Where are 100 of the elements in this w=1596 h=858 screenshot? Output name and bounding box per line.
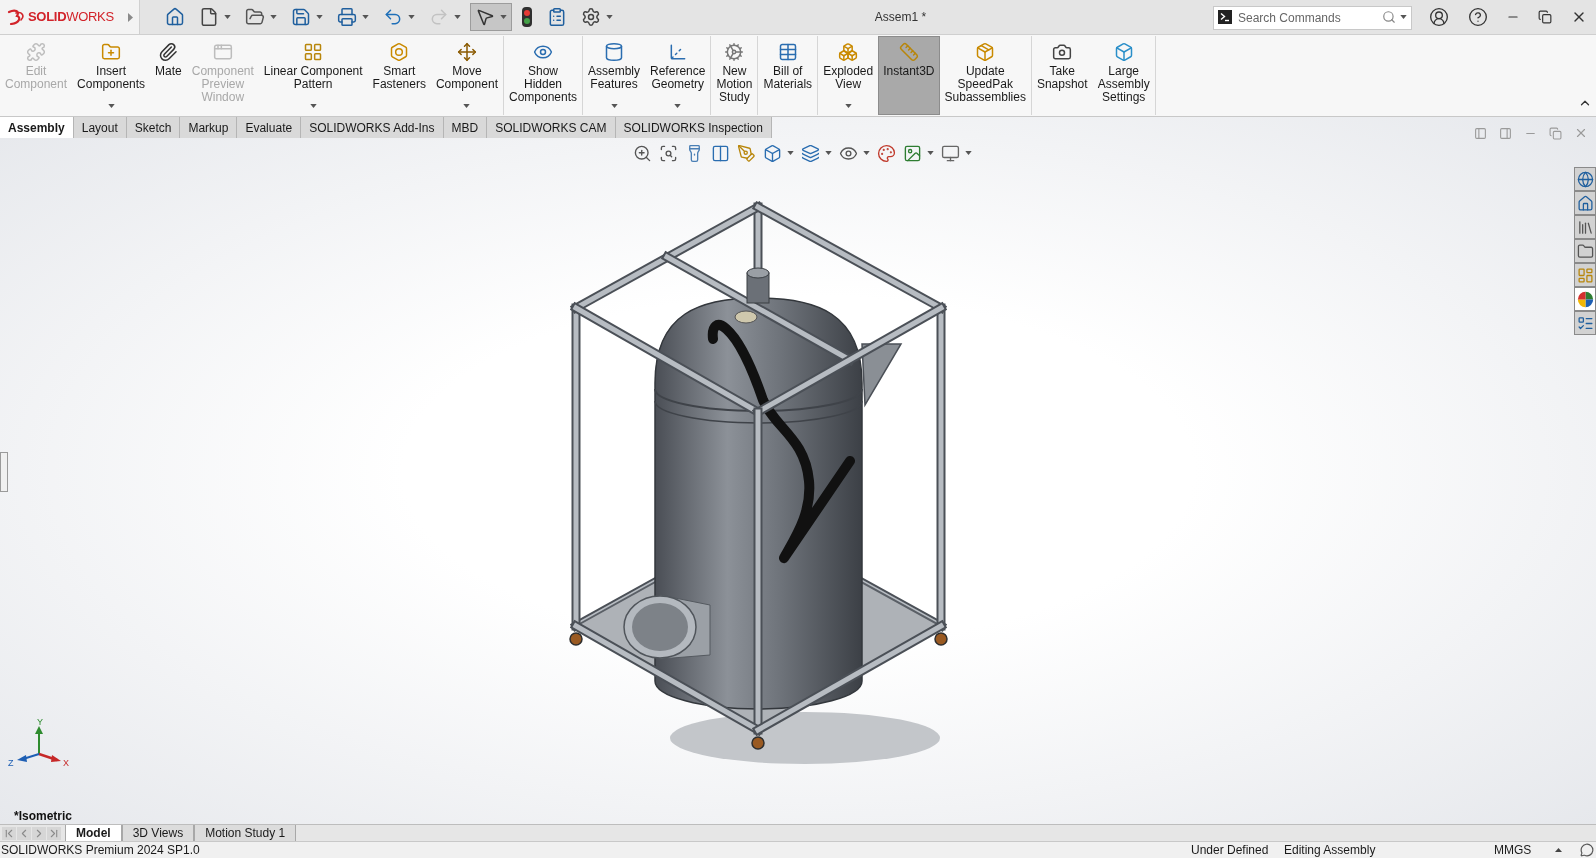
restore-icon[interactable]	[1538, 10, 1553, 24]
tab[interactable]: MBD	[443, 117, 488, 138]
traffic-light-icon[interactable]	[521, 7, 533, 27]
cube-icon[interactable]	[762, 143, 782, 163]
scan-search-icon[interactable]	[658, 143, 678, 163]
ribbon-button[interactable]: Move Component	[430, 36, 503, 115]
help-icon[interactable]	[1467, 7, 1488, 27]
caret-icon[interactable]	[824, 151, 832, 155]
previous-icon[interactable]	[17, 826, 31, 840]
ribbon-button[interactable]: Large Assembly Settings	[1092, 36, 1155, 115]
ribbon-button[interactable]: Linear Component Pattern	[258, 36, 368, 115]
caret-icon[interactable]	[606, 15, 613, 19]
caret-icon[interactable]	[309, 104, 317, 108]
save-icon[interactable]	[291, 7, 311, 27]
tab[interactable]: Motion Study 1	[194, 825, 297, 841]
editing-mode-text: Editing Assembly	[1284, 842, 1377, 858]
books-icon	[1576, 218, 1594, 236]
columns-icon[interactable]	[710, 143, 730, 163]
tab[interactable]: Evaluate	[237, 117, 302, 138]
caret-icon[interactable]	[224, 15, 231, 19]
expand-arrow-icon[interactable]	[128, 12, 133, 22]
clipboard-list-icon[interactable]	[547, 7, 567, 27]
caret-icon[interactable]	[316, 15, 323, 19]
pen-tool-icon[interactable]	[736, 143, 756, 163]
ribbon-button[interactable]: Bill of Materials	[758, 36, 818, 115]
ribbon-button[interactable]: Instant3D	[878, 36, 940, 115]
task-pane-tab[interactable]	[1574, 191, 1596, 215]
folder-icon	[1576, 242, 1594, 260]
caret-icon[interactable]	[844, 104, 852, 108]
printer-icon[interactable]	[337, 7, 357, 27]
user-icon[interactable]	[1429, 7, 1450, 27]
tab[interactable]: SOLIDWORKS CAM	[487, 117, 616, 138]
table-icon	[777, 42, 798, 62]
caret-icon[interactable]	[500, 15, 507, 19]
ribbon-button[interactable]: Mate	[150, 36, 187, 115]
task-pane-tab[interactable]	[1574, 215, 1596, 239]
task-pane-tab[interactable]	[1574, 239, 1596, 263]
tab[interactable]: Layout	[73, 117, 127, 138]
tab[interactable]: 3D Views	[121, 825, 195, 841]
house-icon[interactable]	[165, 7, 185, 27]
list-icon	[1576, 314, 1594, 332]
caret-up-icon[interactable]	[1555, 848, 1562, 852]
tab[interactable]: Assembly	[0, 117, 74, 138]
axis-label: X	[63, 758, 69, 768]
undo-icon[interactable]	[383, 7, 403, 27]
move-arrows-icon	[456, 42, 477, 62]
caret-icon[interactable]	[362, 15, 369, 19]
ribbon-button[interactable]: Exploded View	[818, 36, 879, 115]
search-field[interactable]: Search Commands	[1213, 6, 1412, 30]
task-pane-tab[interactable]	[1574, 311, 1596, 335]
caret-icon[interactable]	[270, 15, 277, 19]
caret-icon[interactable]	[1400, 15, 1407, 19]
house-icon	[1576, 194, 1594, 212]
caret-icon[interactable]	[786, 151, 794, 155]
caret-icon[interactable]	[463, 104, 471, 108]
speech-bubble-icon[interactable]	[1580, 843, 1594, 857]
window-icon	[212, 42, 233, 62]
ruler-icon	[898, 42, 919, 62]
file-icon[interactable]	[199, 7, 219, 27]
ribbon-button[interactable]: Update SpeedPak Subassemblies	[939, 36, 1031, 115]
view-name: *Isometric	[14, 808, 73, 824]
caret-icon[interactable]	[926, 151, 934, 155]
settings-icon[interactable]	[581, 7, 601, 27]
pointer-icon[interactable]	[475, 7, 495, 27]
first-icon[interactable]	[2, 826, 16, 840]
ribbon-button[interactable]: Smart Fasteners	[367, 36, 431, 115]
select-button[interactable]	[470, 3, 512, 31]
layers-icon[interactable]	[800, 143, 820, 163]
caret-icon[interactable]	[674, 104, 682, 108]
axis-label: Z	[8, 758, 14, 768]
ribbon-button[interactable]: Reference Geometry	[645, 36, 711, 115]
ribbon-button[interactable]: Show Hidden Components	[503, 36, 582, 115]
cog-icon	[724, 42, 745, 62]
folder-open-icon[interactable]	[245, 7, 265, 27]
unit-system-text[interactable]: MMGS	[1494, 842, 1549, 858]
globe-icon	[1576, 170, 1594, 188]
tab[interactable]: Markup	[180, 117, 238, 138]
ribbon-button[interactable]: Take Snapshot	[1031, 36, 1093, 115]
picture-icon[interactable]	[902, 143, 922, 163]
task-pane-tab[interactable]	[1574, 287, 1596, 311]
caret-icon[interactable]	[610, 104, 618, 108]
task-pane-tab[interactable]	[1574, 167, 1596, 191]
tab[interactable]: Model	[65, 825, 122, 841]
caret-icon[interactable]	[107, 104, 115, 108]
ribbon-button[interactable]: Assembly Features	[583, 36, 646, 115]
panel-handle[interactable]	[0, 452, 8, 492]
caret-icon[interactable]	[408, 15, 415, 19]
zoom-in-icon[interactable]	[632, 143, 652, 163]
caret-icon[interactable]	[862, 151, 870, 155]
paperclip-icon	[158, 42, 179, 62]
caret-icon[interactable]	[964, 151, 972, 155]
tab[interactable]: SOLIDWORKS Inspection	[615, 117, 772, 138]
palette-icon[interactable]	[876, 143, 896, 163]
tab[interactable]: SOLIDWORKS Add-Ins	[301, 117, 444, 138]
ribbon-button[interactable]: Insert Components	[72, 36, 151, 115]
next-icon[interactable]	[32, 826, 46, 840]
monitor-icon[interactable]	[940, 143, 960, 163]
ribbon-button[interactable]: New Motion Study	[711, 36, 758, 115]
tab[interactable]: Sketch	[126, 117, 181, 138]
last-icon[interactable]	[47, 826, 61, 840]
